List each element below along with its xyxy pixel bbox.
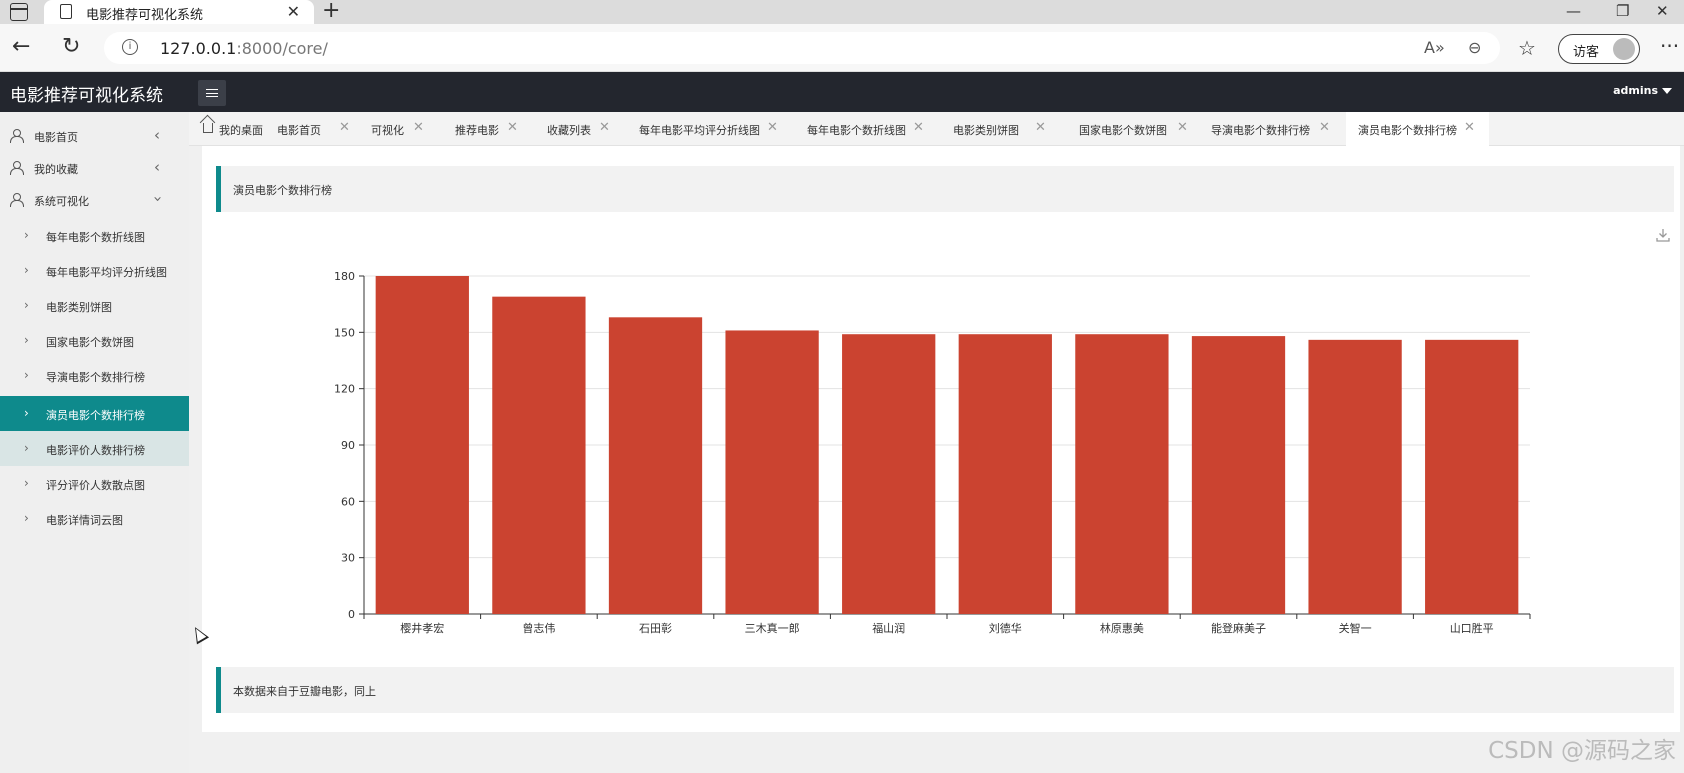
bar[interactable] (492, 296, 586, 614)
bar[interactable] (1425, 339, 1519, 614)
y-tick-label: 0 (348, 608, 355, 621)
bar[interactable] (1308, 339, 1402, 614)
x-tick-label: 山口胜平 (1450, 621, 1494, 635)
y-tick-label: 180 (334, 270, 355, 283)
x-tick-label: 曾志伟 (522, 621, 555, 635)
x-tick-label: 能登麻美子 (1211, 621, 1266, 635)
bar[interactable] (375, 276, 469, 614)
x-axis: 樱井孝宏 曾志伟 石田彰 三木真一郎 福山润 刘德华 林原惠美 能登麻美子 关智一 山口胜平 (363, 614, 1531, 635)
x-tick-label: 刘德华 (989, 621, 1022, 635)
bar[interactable] (608, 317, 703, 614)
y-tick-label: 120 (334, 383, 355, 396)
y-axis: 0 30 60 90 120 150 180 (334, 270, 365, 621)
bar[interactable] (725, 330, 819, 614)
x-tick-label: 樱井孝宏 (400, 621, 444, 635)
bar[interactable] (1075, 334, 1169, 614)
y-tick-label: 30 (341, 552, 355, 565)
x-tick-label: 三木真一郎 (745, 621, 800, 635)
bar[interactable] (1191, 336, 1286, 614)
x-tick-label: 福山润 (872, 621, 905, 635)
x-tick-label: 林原惠美 (1100, 621, 1144, 635)
watermark: CSDN @源码之家 (1488, 738, 1676, 764)
x-tick-label: 关智一 (1339, 621, 1372, 635)
y-tick-label: 60 (341, 495, 355, 508)
x-tick-label: 石田彰 (639, 621, 672, 635)
bar[interactable] (842, 334, 936, 614)
y-tick-label: 150 (334, 326, 355, 339)
data-source-note: 本数据来自于豆瓣电影，同上 (216, 667, 1674, 713)
bar-chart: 0 30 60 90 120 150 180 樱井孝宏 曾志伟 石田彰 三木真一郎 福山润 刘德华 林原… (334, 270, 1531, 635)
y-tick-label: 90 (341, 439, 355, 452)
bar[interactable] (958, 334, 1052, 614)
